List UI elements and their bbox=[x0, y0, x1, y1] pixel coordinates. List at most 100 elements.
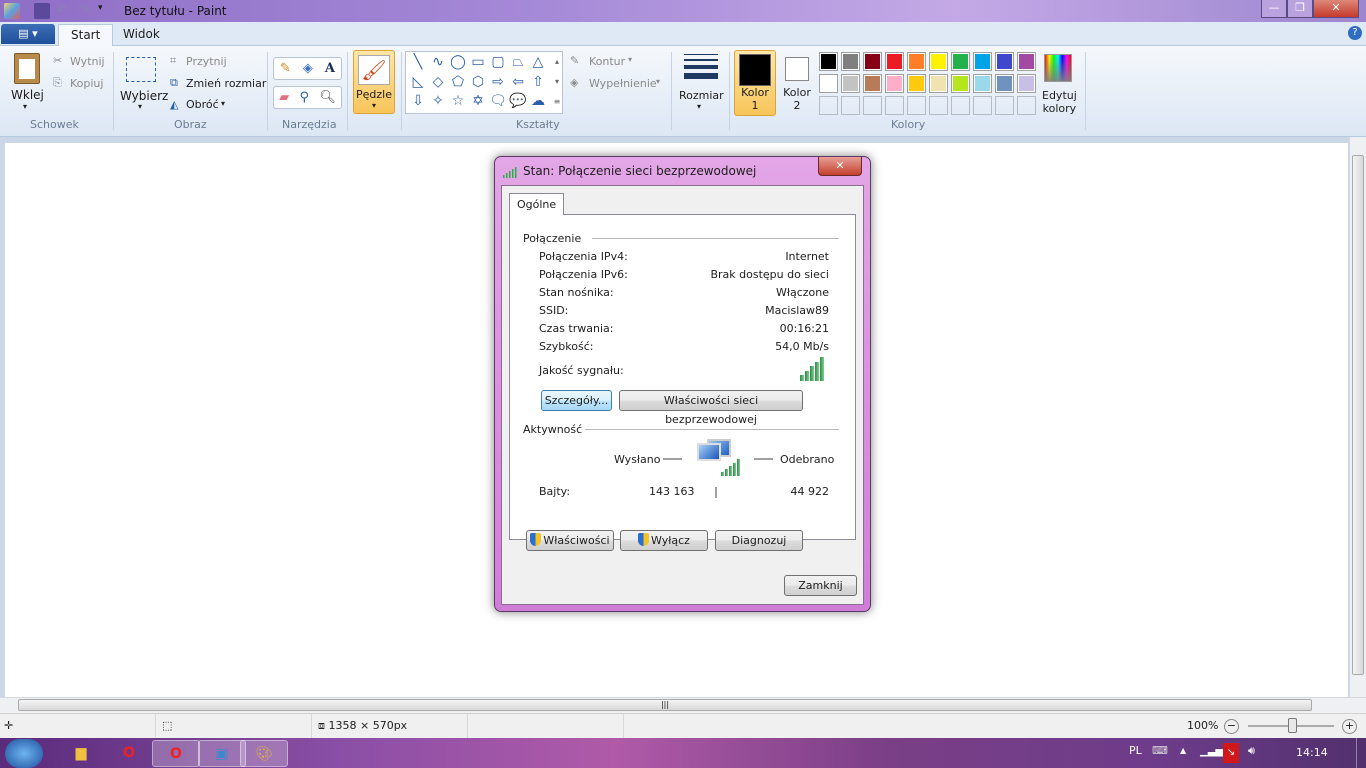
copy-button[interactable]: Kopiuj bbox=[70, 77, 103, 90]
customize-quick-access-icon[interactable]: ▾ bbox=[98, 3, 114, 19]
outline-button[interactable]: Kontur bbox=[589, 55, 625, 68]
palette-empty-slot[interactable] bbox=[929, 96, 948, 115]
save-icon[interactable] bbox=[34, 3, 50, 19]
palette-color[interactable] bbox=[819, 52, 838, 71]
properties-button[interactable]: Właściwości bbox=[526, 530, 614, 551]
edit-colors-icon[interactable] bbox=[1044, 54, 1072, 82]
shape-item[interactable]: ▢ bbox=[488, 53, 508, 72]
tab-start[interactable]: Start bbox=[58, 24, 114, 46]
language-indicator[interactable]: PL bbox=[1129, 744, 1142, 757]
horizontal-scrollbar[interactable]: ||| bbox=[0, 697, 1366, 713]
dialog-close-button[interactable]: ✕ bbox=[818, 157, 862, 176]
select-dropdown-icon[interactable]: ▾ bbox=[138, 102, 142, 111]
taskbar-explorer[interactable]: ▆ bbox=[57, 740, 105, 767]
shape-item[interactable]: ✡ bbox=[468, 92, 488, 111]
taskbar-network[interactable]: ▣ bbox=[198, 740, 246, 767]
paste-button[interactable]: Wklej bbox=[11, 88, 44, 102]
palette-empty-slot[interactable] bbox=[907, 96, 926, 115]
palette-color[interactable] bbox=[907, 74, 926, 93]
cut-button[interactable]: Wytnij bbox=[70, 55, 105, 68]
palette-empty-slot[interactable] bbox=[973, 96, 992, 115]
shape-item[interactable]: ⬠ bbox=[448, 73, 468, 92]
color2-button[interactable]: Kolor 2 bbox=[780, 50, 814, 116]
close-dialog-button[interactable]: Zamknij bbox=[784, 575, 857, 596]
shape-item[interactable]: ⬡ bbox=[468, 73, 488, 92]
taskbar-opera-active[interactable]: O bbox=[152, 740, 200, 767]
rotate-button[interactable]: Obróć bbox=[186, 98, 219, 111]
palette-color[interactable] bbox=[819, 74, 838, 93]
palette-empty-slot[interactable] bbox=[841, 96, 860, 115]
edit-colors-button[interactable]: Edytuj kolory bbox=[1042, 89, 1077, 115]
palette-color[interactable] bbox=[863, 74, 882, 93]
paint-app-icon[interactable] bbox=[4, 3, 20, 19]
palette-empty-slot[interactable] bbox=[951, 96, 970, 115]
shape-item[interactable]: ☆ bbox=[448, 92, 468, 111]
taskbar-paint[interactable]: 🎨︎ bbox=[240, 740, 288, 767]
palette-color[interactable] bbox=[929, 52, 948, 71]
tab-widok[interactable]: Widok bbox=[111, 24, 172, 46]
shape-item[interactable]: ▭ bbox=[468, 53, 488, 72]
palette-empty-slot[interactable] bbox=[863, 96, 882, 115]
network-tray-icon[interactable]: ▁▃▅ bbox=[1200, 746, 1223, 757]
select-button[interactable]: Wybierz bbox=[120, 89, 168, 103]
shape-item[interactable]: ◇ bbox=[428, 73, 448, 92]
volume-icon[interactable]: 🔊︎ bbox=[1248, 744, 1255, 758]
color-picker-icon[interactable]: ⚲ bbox=[299, 90, 309, 105]
paste-icon[interactable] bbox=[14, 53, 40, 84]
help-icon[interactable]: ? bbox=[1348, 26, 1362, 40]
shape-item[interactable]: ◯ bbox=[448, 53, 468, 72]
show-desktop-button[interactable] bbox=[1356, 738, 1366, 768]
palette-color[interactable] bbox=[841, 74, 860, 93]
size-icon[interactable] bbox=[684, 54, 718, 79]
text-tool-icon[interactable]: A bbox=[325, 61, 335, 76]
shape-item[interactable]: ⇦ bbox=[508, 73, 528, 92]
outline-dropdown-icon[interactable]: ▾ bbox=[628, 55, 632, 64]
palette-color[interactable] bbox=[973, 74, 992, 93]
shapes-scroll[interactable]: ▴ ▾ ≡ bbox=[552, 52, 562, 112]
palette-color[interactable] bbox=[951, 74, 970, 93]
shape-item[interactable]: ✧ bbox=[428, 92, 448, 111]
shape-item[interactable]: ⇧ bbox=[528, 73, 548, 92]
brushes-button[interactable]: 🖌︎ Pędzle ▾ bbox=[353, 50, 395, 114]
eraser-icon[interactable]: ▰ bbox=[279, 90, 289, 105]
size-dropdown-icon[interactable]: ▾ bbox=[697, 102, 701, 111]
pencil-icon[interactable]: ✎ bbox=[280, 61, 291, 76]
fill-dropdown-icon[interactable]: ▾ bbox=[656, 77, 660, 86]
shape-item[interactable]: ∿ bbox=[428, 53, 448, 72]
palette-color[interactable] bbox=[1017, 52, 1036, 71]
show-hidden-icons[interactable]: ▲ bbox=[1180, 746, 1186, 755]
tab-ogolne[interactable]: Ogólne bbox=[509, 193, 564, 215]
shape-item[interactable]: 💬 bbox=[508, 92, 528, 111]
palette-empty-slot[interactable] bbox=[819, 96, 838, 115]
palette-color[interactable] bbox=[951, 52, 970, 71]
palette-color[interactable] bbox=[995, 74, 1014, 93]
palette-empty-slot[interactable] bbox=[995, 96, 1014, 115]
fill-button[interactable]: Wypełnienie bbox=[589, 77, 657, 90]
vertical-scrollbar[interactable] bbox=[1349, 137, 1366, 697]
zoom-out-button[interactable]: − bbox=[1224, 719, 1239, 734]
paint-menu-button[interactable]: ▤ ▾ bbox=[1, 24, 55, 44]
palette-empty-slot[interactable] bbox=[1017, 96, 1036, 115]
zoom-in-button[interactable]: + bbox=[1342, 719, 1357, 734]
start-button[interactable] bbox=[5, 739, 43, 768]
clock[interactable]: 14:14 bbox=[1296, 746, 1328, 759]
palette-color[interactable] bbox=[885, 74, 904, 93]
palette-color[interactable] bbox=[973, 52, 992, 71]
palette-color[interactable] bbox=[885, 52, 904, 71]
shape-item[interactable]: ☁ bbox=[528, 92, 548, 111]
palette-color[interactable] bbox=[863, 52, 882, 71]
shape-item[interactable]: ◺ bbox=[408, 73, 428, 92]
resize-button[interactable]: Zmień rozmiar bbox=[186, 77, 266, 90]
palette-color[interactable] bbox=[1017, 74, 1036, 93]
shape-item[interactable]: 🗨 bbox=[488, 92, 508, 111]
shape-item[interactable]: △ bbox=[528, 53, 548, 72]
color1-button[interactable]: Kolor 1 bbox=[734, 50, 776, 116]
maximize-button[interactable]: ❐ bbox=[1287, 0, 1313, 18]
fill-bucket-icon[interactable]: ◈ bbox=[303, 61, 313, 76]
palette-empty-slot[interactable] bbox=[885, 96, 904, 115]
palette-color[interactable] bbox=[995, 52, 1014, 71]
palette-color[interactable] bbox=[907, 52, 926, 71]
select-icon[interactable] bbox=[126, 57, 156, 82]
magnifier-icon[interactable]: 🔍︎ bbox=[319, 90, 336, 105]
palette-color[interactable] bbox=[841, 52, 860, 71]
